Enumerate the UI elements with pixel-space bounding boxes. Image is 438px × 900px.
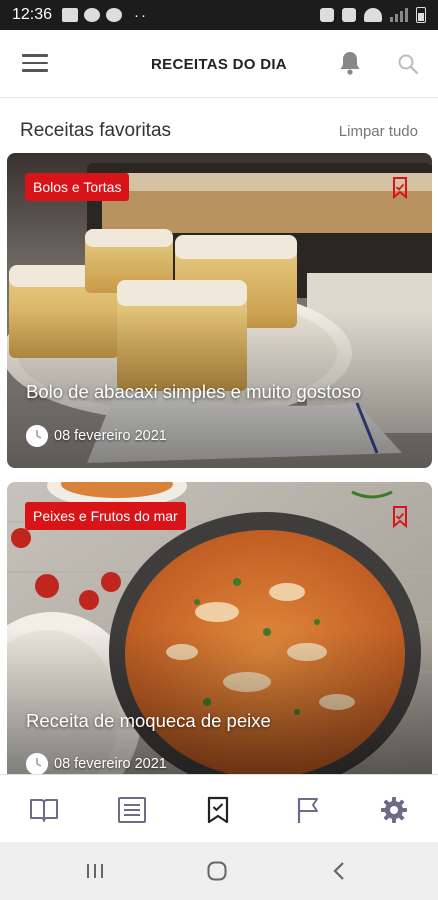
category-badge[interactable]: Bolos e Tortas (25, 173, 130, 201)
chevron-left-icon (333, 862, 344, 880)
recent-apps-button[interactable] (82, 858, 108, 884)
nav-favorites[interactable] (203, 795, 233, 825)
clear-all-button[interactable]: Limpar tudo (339, 123, 418, 140)
bookmark-icon[interactable] (392, 177, 408, 199)
wifi-icon (364, 8, 382, 22)
bookmark-icon[interactable] (392, 506, 408, 528)
search-button[interactable] (396, 52, 420, 76)
recipe-date: 08 fevereiro 2021 (26, 753, 167, 774)
date-text: 08 fevereiro 2021 (54, 428, 167, 444)
search-icon (398, 54, 419, 75)
bottom-nav (0, 774, 438, 842)
app-header: RECEITAS DO DIA (0, 30, 438, 98)
gear-icon (381, 797, 407, 823)
bookmark-icon (207, 796, 229, 824)
nav-news[interactable] (117, 795, 147, 825)
recipe-card[interactable]: Bolos e Tortas Bolo de abacaxi simples e… (7, 153, 432, 468)
status-time: 12:36 (12, 6, 53, 23)
bell-icon (340, 52, 360, 75)
newspaper-icon (118, 797, 146, 823)
gallery-icon (62, 8, 79, 22)
clock-icon (26, 425, 48, 447)
system-nav-bar (0, 842, 438, 900)
section-title: Receitas favoritas (20, 120, 172, 141)
back-button[interactable] (326, 858, 352, 884)
recipe-card[interactable]: Peixes e Frutos do mar Receita de moquec… (7, 482, 432, 774)
page-title: RECEITAS DO DIA (151, 56, 287, 73)
nav-settings[interactable] (379, 795, 409, 825)
recipe-title: Receita de moqueca de peixe (26, 710, 271, 731)
home-button[interactable] (204, 858, 230, 884)
recent-apps-icon (87, 864, 103, 878)
whatsapp-icon (84, 8, 101, 22)
notification-icon (106, 8, 123, 22)
more-notifications: ·· (134, 6, 149, 24)
status-bar: 12:36 ·· (0, 0, 438, 30)
alarm-icon (320, 8, 334, 22)
date-text: 08 fevereiro 2021 (54, 756, 167, 772)
home-icon (207, 861, 227, 881)
category-badge[interactable]: Peixes e Frutos do mar (25, 502, 186, 530)
nav-recipes[interactable] (29, 795, 59, 825)
clock-icon (26, 753, 48, 774)
signal-icon (390, 8, 408, 22)
flag-icon (297, 798, 318, 823)
notifications-button[interactable] (338, 50, 362, 76)
battery-icon (416, 7, 426, 23)
recipe-title: Bolo de abacaxi simples e muito gostoso (26, 381, 362, 402)
mute-icon (342, 8, 356, 22)
nav-flags[interactable] (293, 795, 323, 825)
recipe-date: 08 fevereiro 2021 (26, 425, 167, 447)
book-icon (30, 799, 58, 822)
